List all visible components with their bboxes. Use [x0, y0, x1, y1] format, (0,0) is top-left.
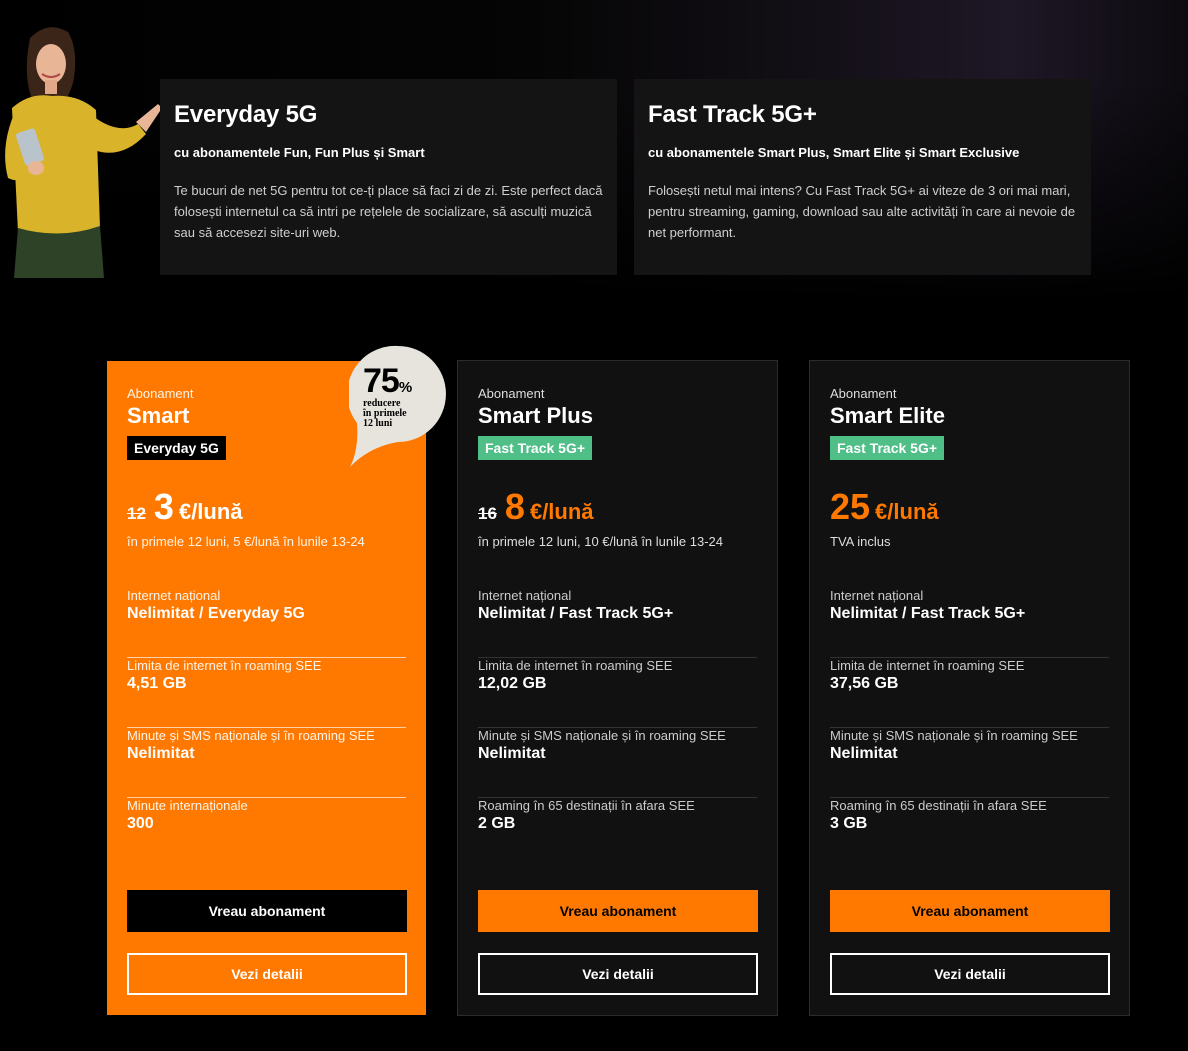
- plan-network-badge: Everyday 5G: [127, 436, 226, 460]
- price-value: 3: [153, 486, 174, 527]
- feature-value: 2 GB: [478, 815, 516, 832]
- price-note: în primele 12 luni, 5 €/lună în lunile 1…: [127, 534, 365, 549]
- plan-kicker: Abonament: [830, 386, 897, 401]
- feature-label: Internet național: [127, 588, 221, 603]
- feature-value: Nelimitat / Fast Track 5G+: [830, 605, 1026, 622]
- feature-label: Internet național: [478, 588, 572, 603]
- plan-features: Internet național Nelimitat / Everyday 5…: [127, 588, 406, 868]
- feature-label: Internet național: [830, 588, 924, 603]
- price-row: 16 8 €/lună: [478, 486, 757, 528]
- feature-value: Nelimitat / Everyday 5G: [127, 605, 305, 622]
- feature-row: Minute și SMS naționale și în roaming SE…: [478, 728, 757, 798]
- feature-label: Roaming în 65 destinații în afara SEE: [478, 798, 695, 813]
- feature-label: Minute și SMS naționale și în roaming SE…: [127, 728, 375, 743]
- feature-row: Internet național Nelimitat / Everyday 5…: [127, 588, 406, 658]
- plan-kicker: Abonament: [478, 386, 545, 401]
- plan-card-smart-plus: Abonament Smart Plus Fast Track 5G+ 16 8…: [457, 360, 778, 1016]
- price-row: 12 3 €/lună: [127, 486, 406, 528]
- feature-subtitle: cu abonamentele Smart Plus, Smart Elite …: [648, 145, 1020, 160]
- details-button[interactable]: Vezi detalii: [127, 953, 407, 995]
- price-row: 25 €/lună: [830, 486, 1109, 528]
- feature-card-everyday-5g: Everyday 5G cu abonamentele Fun, Fun Plu…: [160, 79, 617, 275]
- plan-features: Internet național Nelimitat / Fast Track…: [478, 588, 757, 868]
- feature-label: Minute și SMS naționale și în roaming SE…: [478, 728, 726, 743]
- feature-value: 300: [127, 815, 154, 832]
- plan-network-badge: Fast Track 5G+: [478, 436, 593, 460]
- feature-description: Folosești netul mai intens? Cu Fast Trac…: [648, 183, 1076, 240]
- feature-row: Roaming în 65 destinații în afara SEE 3 …: [830, 798, 1109, 868]
- price-note: în primele 12 luni, 10 €/lună în lunile …: [478, 534, 723, 549]
- feature-label: Minute și SMS naționale și în roaming SE…: [830, 728, 1078, 743]
- feature-row: Limita de internet în roaming SEE 12,02 …: [478, 658, 757, 728]
- price-value: 8: [504, 486, 525, 527]
- feature-value: Nelimitat: [478, 745, 546, 762]
- plan-features: Internet național Nelimitat / Fast Track…: [830, 588, 1109, 868]
- old-price: 16: [478, 504, 497, 523]
- feature-description: Te bucuri de net 5G pentru tot ce-ți pla…: [174, 183, 603, 240]
- feature-row: Limita de internet în roaming SEE 37,56 …: [830, 658, 1109, 728]
- feature-value: 4,51 GB: [127, 675, 187, 692]
- feature-card-fast-track-5g-plus: Fast Track 5G+ cu abonamentele Smart Plu…: [634, 79, 1091, 275]
- feature-row: Minute și SMS naționale și în roaming SE…: [830, 728, 1109, 798]
- feature-row: Minute și SMS naționale și în roaming SE…: [127, 728, 406, 798]
- discount-caption: reducere în primele 12 luni: [363, 398, 407, 429]
- feature-label: Limita de internet în roaming SEE: [127, 658, 322, 673]
- feature-title: Fast Track 5G+: [648, 101, 817, 128]
- feature-value: 12,02 GB: [478, 675, 547, 692]
- plan-network-badge: Fast Track 5G+: [830, 436, 945, 460]
- feature-label: Limita de internet în roaming SEE: [478, 658, 673, 673]
- feature-value: Nelimitat: [830, 745, 898, 762]
- price-note: TVA inclus: [830, 534, 891, 549]
- old-price: 12: [127, 504, 146, 523]
- feature-value: Nelimitat / Fast Track 5G+: [478, 605, 674, 622]
- details-button[interactable]: Vezi detalii: [478, 953, 758, 995]
- plan-name: Smart Plus: [478, 403, 593, 428]
- price-unit: €/lună: [529, 499, 594, 524]
- feature-row: Internet național Nelimitat / Fast Track…: [830, 588, 1109, 658]
- price-unit: €/lună: [875, 499, 939, 524]
- subscribe-button[interactable]: Vreau abonament: [478, 890, 758, 932]
- feature-label: Minute internaționale: [127, 798, 248, 813]
- feature-row: Limita de internet în roaming SEE 4,51 G…: [127, 658, 406, 728]
- feature-value: Nelimitat: [127, 745, 195, 762]
- feature-label: Limita de internet în roaming SEE: [830, 658, 1025, 673]
- feature-row: Minute internaționale 300: [127, 798, 406, 868]
- subscribe-button[interactable]: Vreau abonament: [830, 890, 1110, 932]
- feature-row: Roaming în 65 destinații în afara SEE 2 …: [478, 798, 757, 868]
- plan-name: Smart Elite: [830, 403, 945, 428]
- details-button[interactable]: Vezi detalii: [830, 953, 1110, 995]
- plan-card-smart-elite: Abonament Smart Elite Fast Track 5G+ 25 …: [809, 360, 1130, 1016]
- feature-label: Roaming în 65 destinații în afara SEE: [830, 798, 1047, 813]
- feature-title: Everyday 5G: [174, 101, 318, 128]
- feature-value: 37,56 GB: [830, 675, 899, 692]
- subscribe-button[interactable]: Vreau abonament: [127, 890, 407, 932]
- woman-pointing-illustration: [5, 27, 162, 278]
- price-unit: €/lună: [178, 499, 243, 524]
- feature-subtitle: cu abonamentele Fun, Fun Plus și Smart: [174, 145, 425, 160]
- feature-value: 3 GB: [830, 815, 868, 832]
- feature-row: Internet național Nelimitat / Fast Track…: [478, 588, 757, 658]
- discount-badge: 75% reducere în primele 12 luni: [363, 362, 412, 429]
- price-value: 25: [830, 486, 871, 527]
- discount-percent: 75%: [363, 362, 412, 400]
